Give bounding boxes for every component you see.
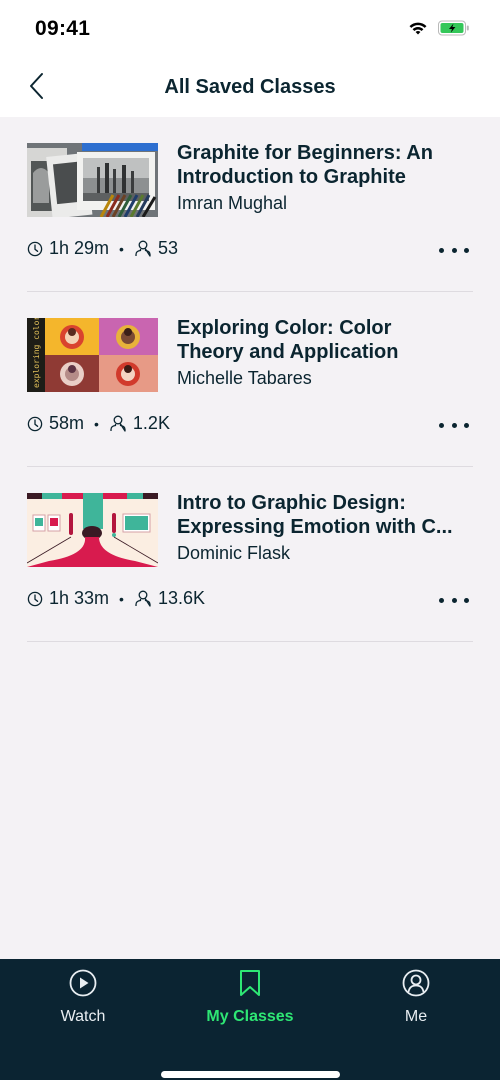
clock-icon (27, 416, 43, 432)
clock-icon (27, 241, 43, 257)
saved-classes-list: Graphite for Beginners: An Introduction … (0, 117, 500, 642)
thumbnail-text: exploring color (32, 318, 41, 388)
class-item[interactable]: Intro to Graphic Design: Expressing Emot… (27, 467, 473, 642)
play-circle-icon (69, 969, 97, 1002)
status-bar: 09:41 (0, 0, 500, 60)
more-dot (439, 422, 444, 428)
wifi-icon (408, 21, 428, 36)
tab-my-classes[interactable]: My Classes (180, 969, 320, 1029)
more-dot (451, 422, 457, 428)
class-student-count: 1.2K (132, 413, 170, 433)
more-dot (464, 422, 469, 428)
class-teacher[interactable]: Dominic Flask (177, 543, 290, 564)
tab-label: Watch (60, 1008, 106, 1025)
class-duration: 1h 29m (49, 238, 110, 258)
class-item[interactable]: exploring color Exploring Color: Color T… (27, 292, 473, 467)
student-icon (134, 240, 152, 257)
page-title: All Saved Classes (164, 76, 336, 98)
class-teacher[interactable]: Imran Mughal (177, 193, 287, 214)
more-dot (451, 597, 457, 603)
class-student-count: 13.6K (157, 588, 205, 608)
class-title-line: Exploring Color: Color (177, 317, 392, 339)
home-indicator[interactable] (161, 1071, 340, 1078)
more-options-button[interactable] (439, 416, 469, 434)
more-dot (464, 247, 469, 253)
graphic-design-thumbnail-image (27, 493, 158, 567)
more-dot (451, 247, 457, 253)
more-dot (439, 247, 444, 253)
user-circle-icon (402, 969, 430, 1002)
more-dot (439, 597, 444, 603)
more-dot (464, 597, 469, 603)
class-title[interactable]: Exploring Color: Color Theory and Applic… (177, 316, 473, 364)
class-title[interactable]: Intro to Graphic Design: Expressing Emot… (177, 491, 473, 539)
class-thumbnail[interactable]: exploring color (27, 318, 158, 392)
tab-label: My Classes (206, 1008, 294, 1025)
class-title-line: Theory and Application (177, 341, 399, 363)
graphite-thumbnail-image (27, 143, 158, 217)
bottom-tab-bar: Watch My Classes Me (0, 959, 500, 1080)
class-title-line: Introduction to Graphite (177, 166, 406, 188)
tab-me[interactable]: Me (346, 969, 486, 1029)
class-meta: 1h 29m • 53 (27, 238, 178, 259)
bookmark-icon (238, 969, 262, 1002)
class-item[interactable]: Graphite for Beginners: An Introduction … (27, 117, 473, 292)
clock-icon (27, 591, 43, 607)
class-title-line: Graphite for Beginners: An (177, 142, 433, 164)
class-student-count: 53 (157, 238, 178, 258)
class-meta: 1h 33m • 13.6K (27, 588, 205, 609)
student-icon (109, 415, 127, 432)
meta-separator: • (119, 240, 124, 257)
class-teacher[interactable]: Michelle Tabares (177, 368, 312, 389)
class-duration: 58m (49, 413, 85, 433)
more-options-button[interactable] (439, 591, 469, 609)
class-duration: 1h 33m (49, 588, 110, 608)
exploring-color-thumbnail-image: exploring color (27, 318, 158, 392)
class-thumbnail[interactable] (27, 493, 158, 567)
class-thumbnail[interactable] (27, 143, 158, 217)
tab-label: Me (404, 1008, 428, 1025)
class-title[interactable]: Graphite for Beginners: An Introduction … (177, 141, 473, 189)
class-title-line: Intro to Graphic Design: (177, 492, 406, 514)
meta-separator: • (94, 415, 99, 432)
class-title-line: Expressing Emotion with C... (177, 516, 453, 538)
meta-separator: • (119, 590, 124, 607)
class-meta: 58m • 1.2K (27, 413, 170, 434)
more-options-button[interactable] (439, 241, 469, 259)
battery-charging-icon (438, 20, 470, 36)
status-icons (408, 20, 470, 36)
status-time: 09:41 (35, 17, 91, 40)
student-icon (134, 590, 152, 607)
nav-header: All Saved Classes (0, 60, 500, 117)
tab-watch[interactable]: Watch (13, 969, 153, 1029)
